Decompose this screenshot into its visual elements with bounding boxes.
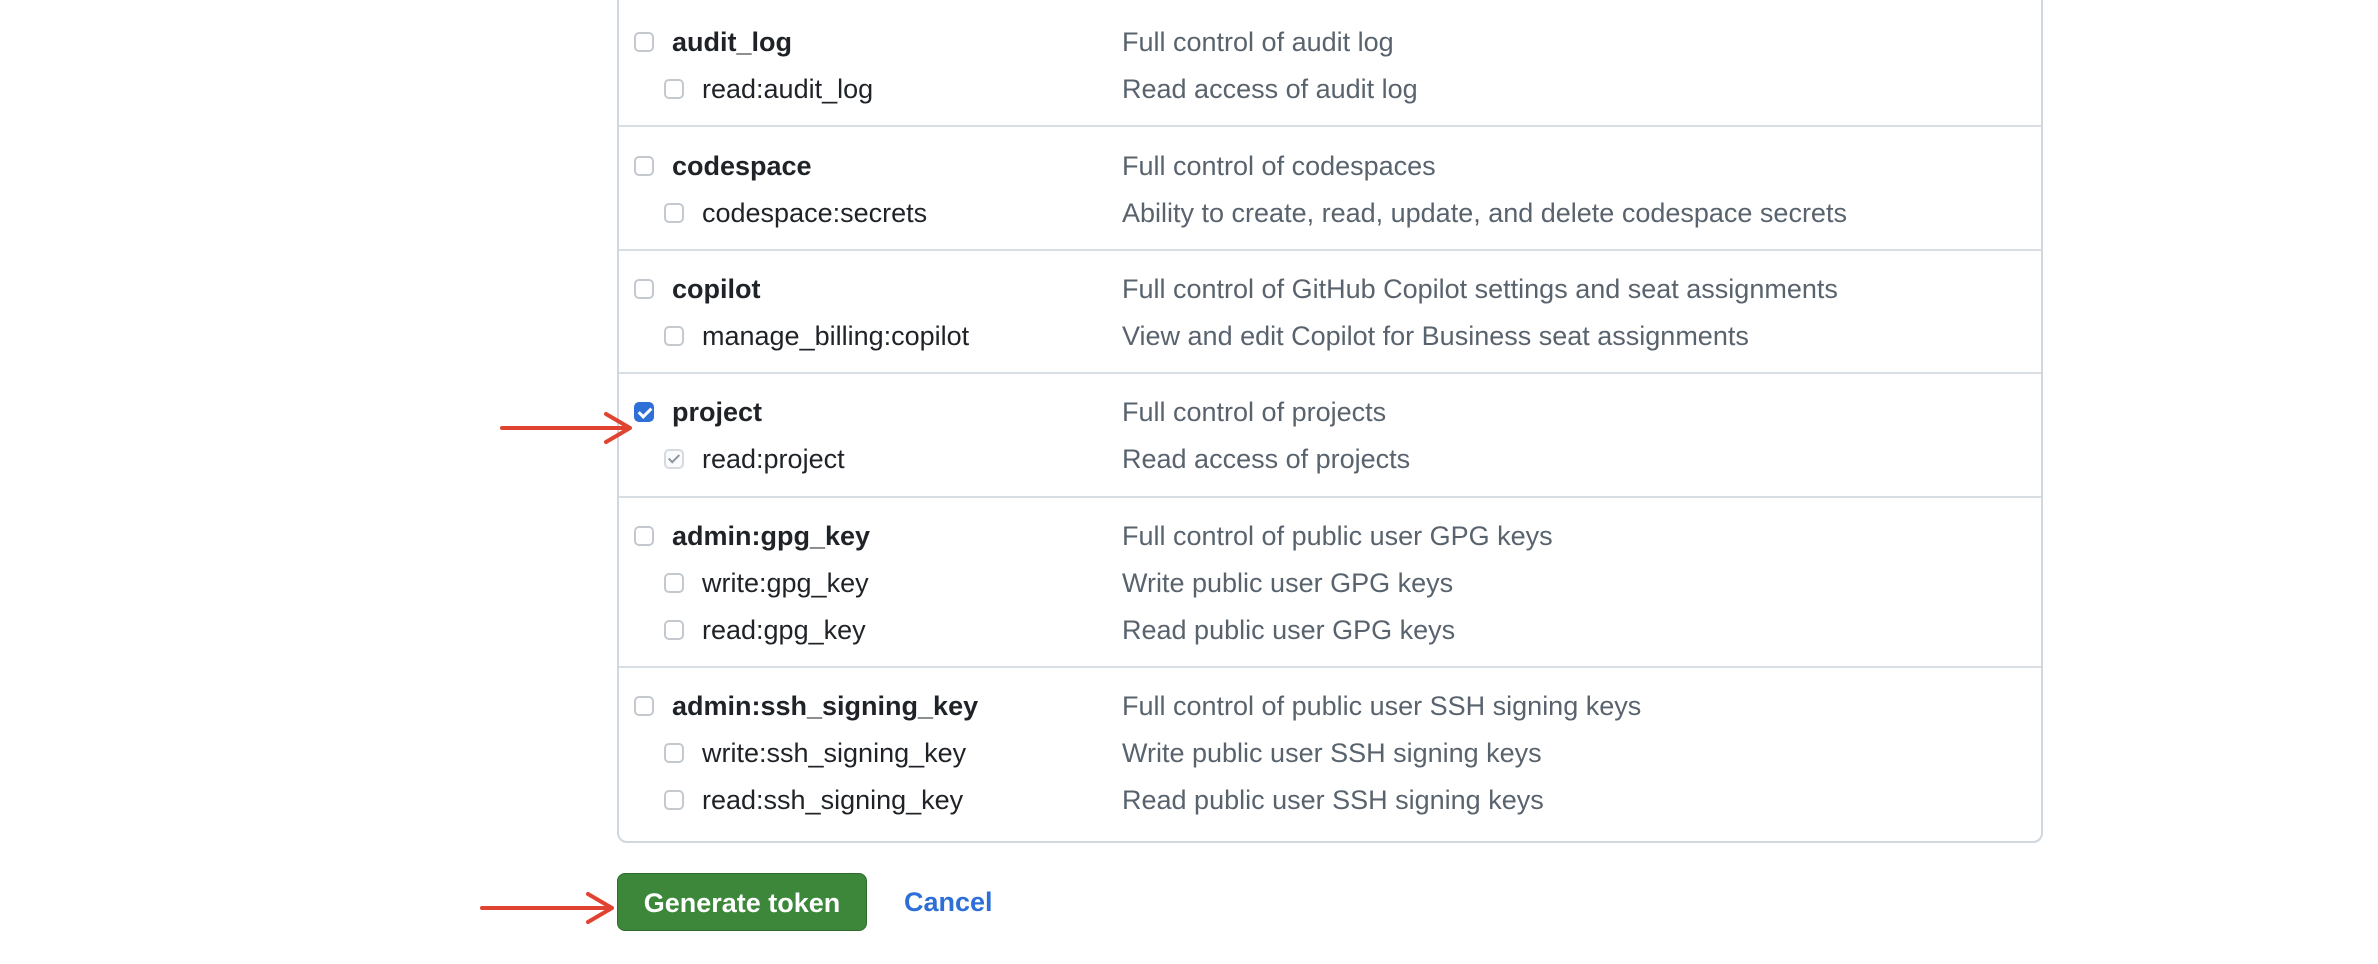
scope-row-codespace: codespace Full control of codespaces: [619, 143, 2041, 189]
scope-description: Read access of audit log: [1122, 74, 1418, 104]
checkbox-copilot[interactable]: [634, 279, 654, 299]
checkbox-codespace-secrets[interactable]: [664, 203, 684, 223]
scope-group-audit-log: audit_log Full control of audit log read…: [619, 0, 2041, 125]
scopes-panel: audit_log Full control of audit log read…: [617, 0, 2043, 843]
cancel-link[interactable]: Cancel: [904, 873, 993, 931]
scope-description: Ability to create, read, update, and del…: [1122, 198, 1847, 228]
scope-description: Full control of projects: [1122, 397, 1387, 427]
scope-row-admin-gpg-key: admin:gpg_key Full control of public use…: [619, 513, 2041, 559]
checkbox-write-ssh-signing-key[interactable]: [664, 743, 684, 763]
scope-description: Write public user SSH signing keys: [1122, 738, 1542, 768]
checkbox-manage-billing-copilot[interactable]: [664, 326, 684, 346]
scope-name: codespace: [672, 151, 812, 181]
scope-group-project: project Full control of projects read:pr…: [619, 372, 2041, 496]
scope-name: audit_log: [672, 27, 792, 57]
checkbox-admin-gpg-key[interactable]: [634, 526, 654, 546]
scope-row-write-gpg-key: write:gpg_key Write public user GPG keys: [619, 560, 2041, 606]
checkbox-read-ssh-signing-key[interactable]: [664, 790, 684, 810]
scope-name: write:gpg_key: [702, 568, 869, 598]
scope-name: admin:gpg_key: [672, 521, 871, 551]
scope-group-codespace: codespace Full control of codespaces cod…: [619, 125, 2041, 249]
checkbox-read-audit-log[interactable]: [664, 79, 684, 99]
scope-name: project: [672, 397, 763, 427]
scope-row-manage-billing-copilot: manage_billing:copilot View and edit Cop…: [619, 313, 2041, 359]
scope-name: admin:ssh_signing_key: [672, 691, 979, 721]
scope-row-write-ssh-signing-key: write:ssh_signing_key Write public user …: [619, 730, 2041, 776]
scope-row-project: project Full control of projects: [619, 389, 2041, 435]
scope-row-audit-log: audit_log Full control of audit log: [619, 19, 2041, 65]
annotation-arrow-generate: [480, 892, 614, 924]
annotation-arrow-project: [500, 412, 632, 444]
scope-description: Full control of public user GPG keys: [1122, 521, 1553, 551]
scope-description: Full control of audit log: [1122, 27, 1394, 57]
scope-row-read-project: read:project Read access of projects: [619, 436, 2041, 482]
scope-description: Full control of public user SSH signing …: [1122, 691, 1642, 721]
scope-row-read-audit-log: read:audit_log Read access of audit log: [619, 66, 2041, 112]
scope-name: write:ssh_signing_key: [702, 738, 967, 768]
scope-row-codespace-secrets: codespace:secrets Ability to create, rea…: [619, 190, 2041, 236]
generate-token-button[interactable]: Generate token: [617, 873, 867, 931]
scope-name: read:project: [702, 444, 845, 474]
scope-name: read:audit_log: [702, 74, 874, 104]
scope-description: Read public user SSH signing keys: [1122, 785, 1544, 815]
scope-description: Write public user GPG keys: [1122, 568, 1454, 598]
scope-name: manage_billing:copilot: [702, 321, 970, 351]
scope-group-ssh-signing-key: admin:ssh_signing_key Full control of pu…: [619, 666, 2041, 841]
scope-row-copilot: copilot Full control of GitHub Copilot s…: [619, 266, 2041, 312]
checkbox-admin-ssh-signing-key[interactable]: [634, 696, 654, 716]
checkbox-read-gpg-key[interactable]: [664, 620, 684, 640]
scope-row-admin-ssh-signing-key: admin:ssh_signing_key Full control of pu…: [619, 683, 2041, 729]
scope-description: Full control of GitHub Copilot settings …: [1122, 274, 1838, 304]
scope-name: read:ssh_signing_key: [702, 785, 964, 815]
scope-description: Full control of codespaces: [1122, 151, 1436, 181]
checkbox-write-gpg-key[interactable]: [664, 573, 684, 593]
scope-name: copilot: [672, 274, 761, 304]
scope-name: read:gpg_key: [702, 615, 866, 645]
scope-description: Read public user GPG keys: [1122, 615, 1456, 645]
checkbox-codespace[interactable]: [634, 156, 654, 176]
scope-description: View and edit Copilot for Business seat …: [1122, 321, 1749, 351]
scope-name: codespace:secrets: [702, 198, 928, 228]
checkbox-audit-log[interactable]: [634, 32, 654, 52]
scope-description: Read access of projects: [1122, 444, 1411, 474]
scope-row-read-gpg-key: read:gpg_key Read public user GPG keys: [619, 607, 2041, 653]
checkbox-read-project[interactable]: [664, 449, 684, 469]
scope-group-copilot: copilot Full control of GitHub Copilot s…: [619, 249, 2041, 372]
scope-row-read-ssh-signing-key: read:ssh_signing_key Read public user SS…: [619, 777, 2041, 823]
scope-group-gpg-key: admin:gpg_key Full control of public use…: [619, 496, 2041, 666]
